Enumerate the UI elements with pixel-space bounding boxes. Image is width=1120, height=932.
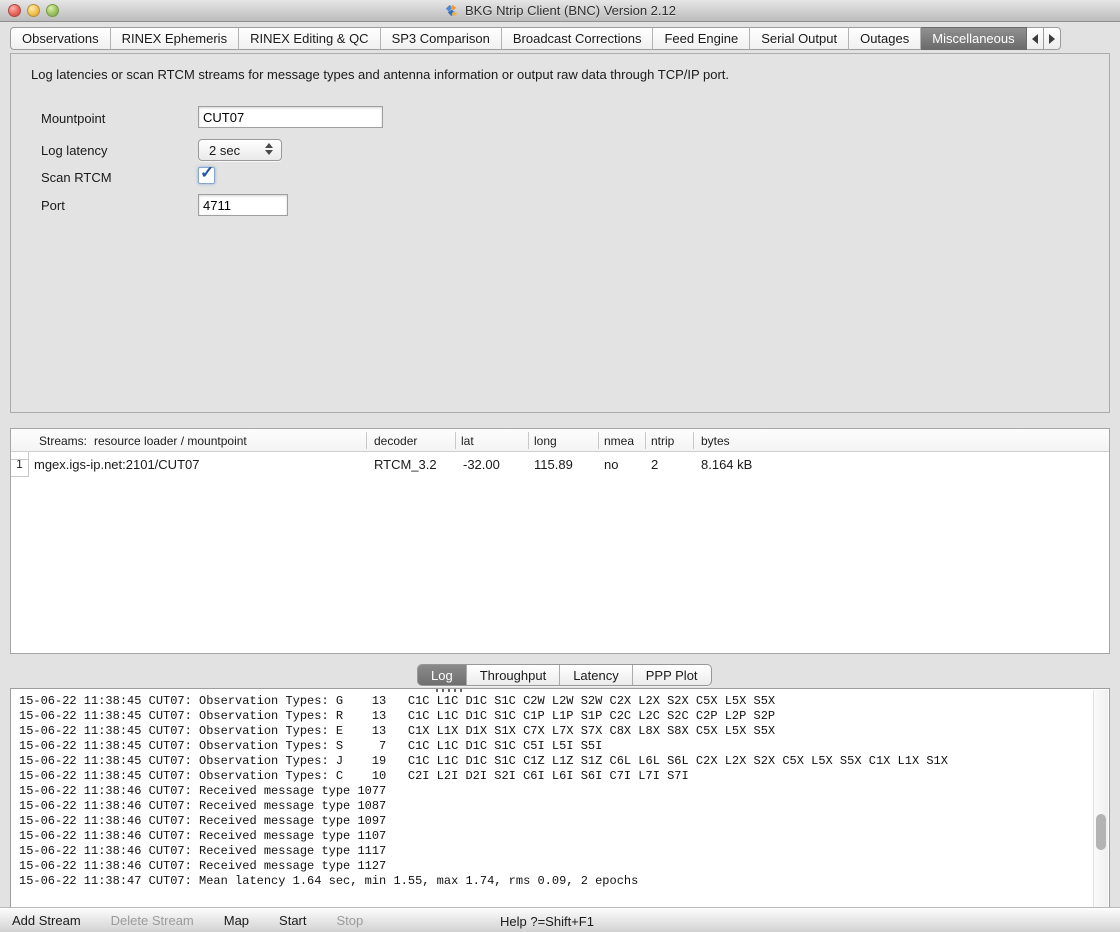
delete-stream-button: Delete Stream — [111, 913, 194, 928]
col-header-decoder: decoder — [374, 434, 417, 448]
stop-button: Stop — [337, 913, 364, 928]
streams-header-label: Streams: — [39, 434, 87, 448]
log-tab-label: PPP Plot — [646, 668, 698, 683]
add-stream-button[interactable]: Add Stream — [12, 913, 81, 928]
log-latency-value: 2 sec — [209, 143, 240, 158]
row-number-gutter — [11, 454, 29, 460]
tab-label: Outages — [860, 31, 909, 46]
log-line: 15-06-22 11:38:45 CUT07: Observation Typ… — [19, 709, 1083, 724]
tab-latency[interactable]: Latency — [560, 665, 633, 685]
col-header-nmea: nmea — [604, 434, 634, 448]
tab-label: SP3 Comparison — [392, 31, 490, 46]
cell-nmea: no — [604, 457, 618, 472]
window-title: BKG Ntrip Client (BNC) Version 2.12 — [465, 3, 676, 18]
tab-feed-engine[interactable]: Feed Engine — [653, 27, 750, 50]
col-header-bytes: bytes — [701, 434, 730, 448]
cell-bytes: 8.164 kB — [701, 457, 752, 472]
stepper-arrows-icon — [265, 143, 273, 155]
col-header-mountpoint: resource loader / mountpoint — [94, 434, 247, 448]
tab-observations[interactable]: Observations — [10, 27, 111, 50]
log-tab-label: Throughput — [480, 668, 547, 683]
log-line: 15-06-22 11:38:45 CUT07: Observation Typ… — [19, 739, 1083, 754]
tab-label: Broadcast Corrections — [513, 31, 642, 46]
tab-scroll-right-icon[interactable] — [1044, 27, 1061, 50]
close-window-button[interactable] — [8, 4, 21, 17]
title-bar: BKG Ntrip Client (BNC) Version 2.12 — [0, 0, 1120, 22]
tab-scroll-arrows — [1027, 27, 1061, 50]
tab-rinex-ephemeris[interactable]: RINEX Ephemeris — [111, 27, 239, 50]
help-shortcut-label: Help ?=Shift+F1 — [500, 914, 594, 929]
cell-ntrip: 2 — [651, 457, 658, 472]
log-line: 15-06-22 11:38:46 CUT07: Received messag… — [19, 799, 1083, 814]
streams-table-header: Streams: resource loader / mountpoint de… — [11, 429, 1109, 452]
tab-throughput[interactable]: Throughput — [467, 665, 561, 685]
tab-miscellaneous[interactable]: Miscellaneous — [921, 27, 1026, 50]
log-tab-label: Log — [431, 668, 453, 683]
log-latency-dropdown[interactable]: 2 sec — [198, 139, 282, 161]
bnc-app-icon — [444, 3, 459, 18]
traffic-lights — [8, 4, 59, 17]
tab-log[interactable]: Log — [418, 665, 467, 685]
tab-label: RINEX Ephemeris — [122, 31, 227, 46]
table-row[interactable]: 1 mgex.igs-ip.net:2101/CUT07 RTCM_3.2 -3… — [11, 452, 1109, 477]
tab-label: RINEX Editing & QC — [250, 31, 369, 46]
log-line: 15-06-22 11:38:47 CUT07: Mean latency 1.… — [19, 874, 1083, 889]
cell-mountpoint: mgex.igs-ip.net:2101/CUT07 — [34, 457, 199, 472]
log-latency-label: Log latency — [41, 143, 108, 158]
main-tab-bar: Observations RINEX Ephemeris RINEX Editi… — [10, 27, 1061, 50]
tab-serial-output[interactable]: Serial Output — [750, 27, 849, 50]
tab-broadcast-corrections[interactable]: Broadcast Corrections — [502, 27, 654, 50]
log-lines: 15-06-22 11:38:45 CUT07: Observation Typ… — [19, 694, 1083, 889]
log-line: 15-06-22 11:38:45 CUT07: Observation Typ… — [19, 769, 1083, 784]
tab-ppp-plot[interactable]: PPP Plot — [633, 665, 711, 685]
tab-outages[interactable]: Outages — [849, 27, 921, 50]
clipped-log-line — [436, 689, 464, 692]
log-line: 15-06-22 11:38:45 CUT07: Observation Typ… — [19, 724, 1083, 739]
bnc-window: { "window": { "title": "BKG Ntrip Client… — [0, 0, 1120, 932]
map-button[interactable]: Map — [224, 913, 249, 928]
mountpoint-input[interactable] — [198, 106, 383, 128]
log-line: 15-06-22 11:38:46 CUT07: Received messag… — [19, 784, 1083, 799]
tab-scroll-left-icon[interactable] — [1027, 27, 1044, 50]
log-tab-bar: Log Throughput Latency PPP Plot — [417, 664, 712, 686]
minimize-window-button[interactable] — [27, 4, 40, 17]
tab-label: Serial Output — [761, 31, 837, 46]
scan-rtcm-checkbox[interactable] — [198, 167, 215, 184]
cell-long: 115.89 — [534, 457, 573, 472]
log-tab-label: Latency — [573, 668, 619, 683]
log-scrollbar-thumb[interactable] — [1096, 814, 1106, 850]
tab-label: Feed Engine — [664, 31, 738, 46]
log-line: 15-06-22 11:38:46 CUT07: Received messag… — [19, 829, 1083, 844]
port-label: Port — [41, 198, 65, 213]
log-line: 15-06-22 11:38:46 CUT07: Received messag… — [19, 814, 1083, 829]
cell-lat: -32.00 — [463, 457, 500, 472]
tab-label: Miscellaneous — [932, 31, 1014, 46]
cell-decoder: RTCM_3.2 — [374, 457, 437, 472]
log-line: 15-06-22 11:38:45 CUT07: Observation Typ… — [19, 754, 1083, 769]
log-line: 15-06-22 11:38:46 CUT07: Received messag… — [19, 844, 1083, 859]
log-line: 15-06-22 11:38:45 CUT07: Observation Typ… — [19, 694, 1083, 709]
tab-rinex-editing-qc[interactable]: RINEX Editing & QC — [239, 27, 381, 50]
bottom-toolbar: Add Stream Delete Stream Map Start Stop … — [0, 908, 1120, 932]
col-header-lat: lat — [461, 434, 474, 448]
tab-sp3-comparison[interactable]: SP3 Comparison — [381, 27, 502, 50]
streams-table: Streams: resource loader / mountpoint de… — [10, 428, 1110, 654]
panel-description: Log latencies or scan RTCM streams for m… — [31, 67, 729, 82]
col-header-long: long — [534, 434, 557, 448]
zoom-window-button[interactable] — [46, 4, 59, 17]
log-line: 15-06-22 11:38:46 CUT07: Received messag… — [19, 859, 1083, 874]
log-output[interactable]: 15-06-22 11:38:45 CUT07: Observation Typ… — [10, 688, 1110, 908]
miscellaneous-panel: Log latencies or scan RTCM streams for m… — [10, 53, 1110, 413]
log-scrollbar[interactable] — [1093, 690, 1108, 908]
scan-rtcm-label: Scan RTCM — [41, 170, 112, 185]
mountpoint-label: Mountpoint — [41, 111, 105, 126]
tab-label: Observations — [22, 31, 99, 46]
port-input[interactable] — [198, 194, 288, 216]
start-button[interactable]: Start — [279, 913, 306, 928]
col-header-ntrip: ntrip — [651, 434, 674, 448]
